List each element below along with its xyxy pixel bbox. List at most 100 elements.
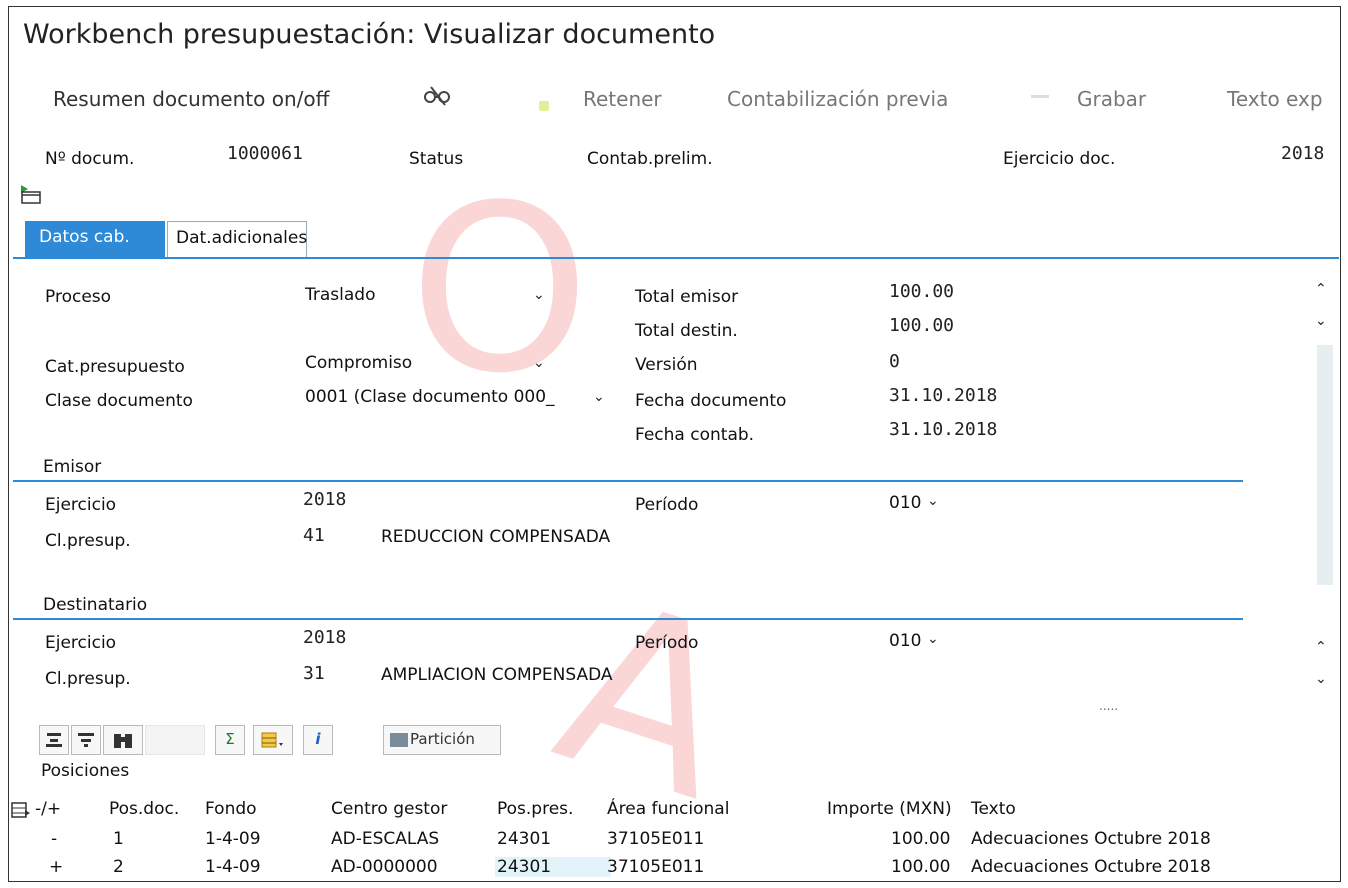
particion-icon: [390, 732, 408, 747]
chevron-down-icon[interactable]: ⌄: [593, 389, 605, 405]
texto-button[interactable]: Texto exp: [1227, 87, 1323, 111]
col-header-fondo[interactable]: Fondo: [205, 799, 257, 819]
fecha-documento-label: Fecha documento: [635, 391, 787, 411]
fiscal-year-value: 2018: [1281, 143, 1325, 164]
doc-number-label: Nº docum.: [45, 149, 135, 169]
destinatario-ejercicio-label: Ejercicio: [45, 633, 117, 653]
row2-pospres[interactable]: 24301: [495, 857, 612, 877]
col-header-centro-gestor[interactable]: Centro gestor: [331, 799, 447, 819]
chevron-down-icon[interactable]: ⌄: [927, 493, 939, 509]
align-top-icon[interactable]: [39, 725, 69, 755]
filter-icon[interactable]: [71, 725, 101, 755]
tab-divider: [13, 257, 1339, 259]
row1-posdoc[interactable]: 1: [113, 829, 124, 849]
row2-texto[interactable]: Adecuaciones Octubre 2018: [971, 857, 1211, 877]
watermark-o: O: [409, 157, 591, 424]
fecha-documento-value: 31.10.2018: [889, 385, 998, 406]
chevron-down-icon[interactable]: ⌄: [927, 631, 939, 647]
grabar-button[interactable]: Grabar: [1077, 87, 1146, 111]
tab-dat-adicionales[interactable]: Dat.adicionales: [167, 221, 307, 257]
scroll-up-icon[interactable]: ⌄: [1315, 637, 1327, 653]
row1-fondo[interactable]: 1-4-09: [205, 829, 261, 849]
fecha-contab-label: Fecha contab.: [635, 425, 755, 445]
scroll-up-icon[interactable]: ⌄: [1315, 279, 1327, 295]
col-header-importe[interactable]: Importe (MXN): [827, 799, 952, 819]
expand-header-icon[interactable]: [19, 185, 45, 205]
subtotal-icon[interactable]: [253, 725, 293, 755]
tab-datos-cab[interactable]: Datos cab.: [25, 221, 165, 257]
contab-previa-button[interactable]: Contabilización previa: [727, 87, 948, 111]
row2-posdoc[interactable]: 2: [113, 857, 124, 877]
glasses-icon[interactable]: [421, 81, 455, 111]
col-header-posdoc[interactable]: Pos.doc.: [109, 799, 179, 819]
sum-icon[interactable]: Σ: [215, 725, 245, 755]
cat-presupuesto-select[interactable]: Compromiso: [305, 353, 412, 373]
total-emisor-value: 100.00: [889, 281, 955, 302]
info-icon[interactable]: i: [303, 725, 333, 755]
particion-button[interactable]: Partición: [383, 725, 501, 755]
row1-area-funcional[interactable]: 37105E011: [607, 829, 704, 849]
col-header-texto[interactable]: Texto: [971, 799, 1016, 819]
clase-documento-select[interactable]: 0001 (Clase documento 000_: [305, 387, 555, 407]
destinatario-clpresup-text: AMPLIACION COMPENSADA: [381, 665, 613, 685]
col-header-sign[interactable]: -/+: [35, 799, 61, 819]
emisor-ejercicio-label: Ejercicio: [45, 495, 117, 515]
emisor-section-title: Emisor: [43, 457, 102, 477]
chevron-down-icon[interactable]: ⌄: [533, 287, 545, 303]
row2-area-funcional[interactable]: 37105E011: [607, 857, 704, 877]
destinatario-clpresup-code: 31: [303, 663, 325, 684]
page-title: Workbench presupuestación: Visualizar do…: [23, 19, 716, 50]
destinatario-ejercicio-value: 2018: [303, 627, 347, 648]
resize-handle-icon[interactable]: .....: [1099, 699, 1118, 713]
destinatario-periodo-select[interactable]: 010: [889, 631, 921, 651]
emisor-periodo-label: Período: [635, 495, 699, 515]
positions-title: Posiciones: [41, 761, 130, 781]
destinatario-periodo-label: Período: [635, 633, 699, 653]
row1-sign[interactable]: -: [51, 829, 57, 849]
cat-presupuesto-label: Cat.presupuesto: [45, 357, 185, 377]
total-destin-label: Total destin.: [635, 321, 738, 341]
destinatario-divider: [13, 618, 1243, 620]
row2-importe[interactable]: 100.00: [891, 857, 950, 877]
col-header-area-funcional[interactable]: Área funcional: [607, 799, 729, 819]
emisor-divider: [13, 480, 1243, 482]
scroll-down-icon[interactable]: ⌄: [1315, 671, 1327, 687]
status-dot-icon: [539, 101, 549, 111]
proceso-select[interactable]: Traslado: [305, 285, 375, 305]
fiscal-year-label: Ejercicio doc.: [1003, 149, 1116, 169]
row1-texto[interactable]: Adecuaciones Octubre 2018: [971, 829, 1211, 849]
emisor-clpresup-text: REDUCCION COMPENSADA: [381, 527, 611, 547]
total-emisor-label: Total emisor: [635, 287, 739, 307]
emisor-ejercicio-value: 2018: [303, 489, 347, 510]
col-header-pospres[interactable]: Pos.pres.: [497, 799, 573, 819]
save-icon: [1031, 95, 1049, 98]
row2-fondo[interactable]: 1-4-09: [205, 857, 261, 877]
table-settings-icon[interactable]: [11, 801, 31, 823]
emisor-clpresup-code: 41: [303, 525, 325, 546]
row1-centro-gestor[interactable]: AD-ESCALAS: [331, 829, 439, 849]
status-value: Contab.prelim.: [587, 149, 713, 169]
row1-importe[interactable]: 100.00: [891, 829, 950, 849]
disabled-tool-icon: [145, 725, 205, 755]
version-value: 0: [889, 351, 900, 372]
chevron-down-icon[interactable]: ⌄: [533, 355, 545, 371]
summary-toggle-button[interactable]: Resumen documento on/off: [53, 87, 329, 111]
emisor-clpresup-label: Cl.presup.: [45, 531, 131, 551]
scrollbar[interactable]: [1317, 345, 1333, 585]
status-label: Status: [409, 149, 464, 169]
fecha-contab-value: 31.10.2018: [889, 419, 998, 440]
binoculars-icon[interactable]: [103, 725, 143, 755]
destinatario-clpresup-label: Cl.presup.: [45, 669, 131, 689]
destinatario-section-title: Destinatario: [43, 595, 148, 615]
row1-pospres[interactable]: 24301: [497, 829, 551, 849]
emisor-periodo-select[interactable]: 010: [889, 493, 921, 513]
scroll-down-icon[interactable]: ⌄: [1315, 313, 1327, 329]
version-label: Versión: [635, 355, 698, 375]
proceso-label: Proceso: [45, 287, 112, 307]
row2-centro-gestor[interactable]: AD-0000000: [331, 857, 438, 877]
particion-label: Partición: [410, 730, 475, 748]
retener-button[interactable]: Retener: [583, 87, 662, 111]
total-destin-value: 100.00: [889, 315, 955, 336]
row2-sign[interactable]: +: [49, 857, 63, 877]
clase-documento-label: Clase documento: [45, 391, 193, 411]
